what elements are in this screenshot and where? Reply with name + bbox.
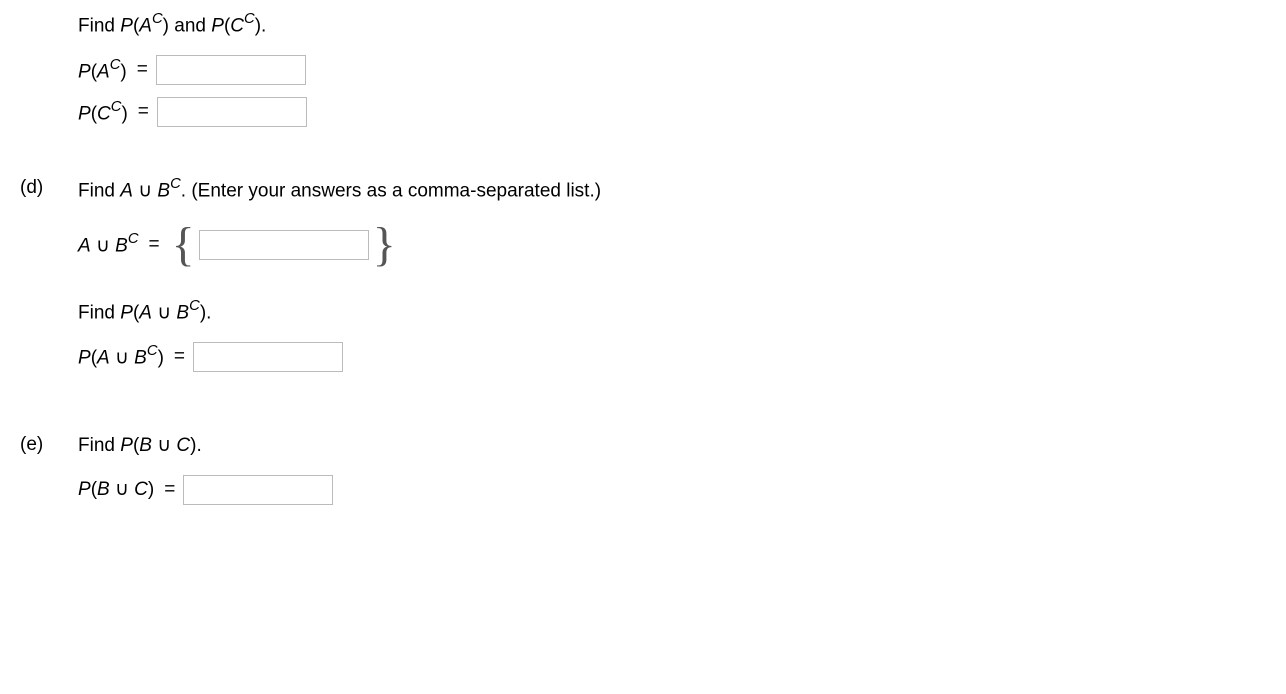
text-P: P	[78, 348, 91, 369]
sup-C: C	[128, 231, 139, 247]
input-p-c-complement[interactable]	[157, 97, 307, 127]
text-find: Find	[78, 181, 120, 202]
text-C: C	[230, 15, 244, 36]
text-A: A	[78, 235, 91, 256]
text-B: B	[134, 348, 147, 369]
equals-sign: =	[138, 101, 149, 123]
period: .	[181, 181, 186, 202]
row-p-a-complement: P(AC) =	[78, 55, 1266, 85]
union-symbol: ∪	[91, 235, 115, 256]
brace-open: {	[168, 221, 199, 269]
input-p-b-union-c[interactable]	[183, 475, 333, 505]
text-C: C	[176, 435, 190, 456]
section-complement: Find P(AC) and P(CC). P(AC) = P(CC) =	[78, 12, 1266, 127]
hint-text: (Enter your answers as a comma-separated…	[191, 181, 601, 202]
union-symbol: ∪	[152, 435, 176, 456]
label-p-c-c: P(CC)	[78, 100, 128, 125]
prompt-text: Find P(AC) and P(CC).	[78, 12, 266, 37]
part-e-label: (e)	[20, 434, 78, 456]
period: .	[196, 435, 201, 456]
part-e: (e) Find P(B ∪ C). P(B ∪ C) =	[20, 434, 1266, 517]
text-and: and	[174, 15, 211, 36]
text-P: P	[78, 61, 91, 82]
sup-C: C	[111, 99, 122, 115]
text-A: A	[97, 348, 110, 369]
row-p-a-union-bc: P(A ∪ BC) =	[78, 342, 601, 372]
paren-close: )	[148, 479, 154, 500]
sup-C: C	[189, 298, 200, 314]
text-B: B	[176, 302, 189, 323]
text-find: Find	[78, 435, 120, 456]
prompt-e: Find P(B ∪ C).	[78, 434, 333, 457]
period: .	[206, 302, 211, 323]
sup-C: C	[147, 343, 158, 359]
text-P: P	[78, 103, 91, 124]
input-p-a-union-bc[interactable]	[193, 342, 343, 372]
period: .	[261, 15, 266, 36]
row-a-union-bc-set: A ∪ BC = { }	[78, 221, 601, 269]
brace-close: }	[369, 221, 400, 269]
equals-sign: =	[149, 234, 160, 256]
union-symbol: ∪	[110, 479, 134, 500]
text-P2: P	[211, 15, 224, 36]
text-B: B	[139, 435, 152, 456]
prompt-complement: Find P(AC) and P(CC).	[78, 12, 1266, 37]
text-find: Find	[78, 302, 120, 323]
sup-C: C	[110, 57, 121, 73]
part-d-label: (d)	[20, 177, 78, 199]
union-symbol: ∪	[133, 181, 157, 202]
row-p-b-union-c: P(B ∪ C) =	[78, 475, 333, 505]
prompt-text: Find P(A ∪ BC).	[78, 299, 211, 324]
text-A: A	[97, 61, 110, 82]
text-C: C	[97, 103, 111, 124]
text-P: P	[120, 15, 133, 36]
prompt-d: Find A ∪ BC. (Enter your answers as a co…	[78, 177, 601, 202]
sup-C: C	[152, 11, 163, 27]
prompt-e-text: Find P(B ∪ C).	[78, 434, 202, 457]
text-P: P	[120, 302, 133, 323]
row-p-c-complement: P(CC) =	[78, 97, 1266, 127]
sup-C2: C	[244, 11, 255, 27]
text-C: C	[134, 479, 148, 500]
paren-close: )	[120, 61, 126, 82]
text-A: A	[120, 181, 133, 202]
text-P: P	[78, 479, 91, 500]
text-A: A	[139, 15, 152, 36]
text-A: A	[139, 302, 152, 323]
text-find: Find	[78, 15, 120, 36]
equals-sign: =	[164, 479, 175, 501]
text-B: B	[97, 479, 110, 500]
equals-sign: =	[174, 346, 185, 368]
label-a-union-bc: A ∪ BC	[78, 232, 139, 257]
union-symbol: ∪	[152, 302, 176, 323]
equals-sign: =	[137, 59, 148, 81]
label-p-a-union-bc: P(A ∪ BC)	[78, 344, 164, 369]
label-p-b-union-c: P(B ∪ C)	[78, 478, 154, 501]
input-p-a-complement[interactable]	[156, 55, 306, 85]
paren-close: )	[163, 15, 169, 36]
paren-close: )	[158, 348, 164, 369]
prompt-d-text: Find A ∪ BC. (Enter your answers as a co…	[78, 177, 601, 202]
union-symbol: ∪	[110, 348, 134, 369]
text-B: B	[115, 235, 128, 256]
part-d: (d) Find A ∪ BC. (Enter your answers as …	[20, 177, 1266, 384]
input-a-union-bc-set[interactable]	[199, 230, 369, 260]
text-P: P	[120, 435, 133, 456]
prompt-p-a-union-bc: Find P(A ∪ BC).	[78, 299, 601, 324]
paren-close: )	[121, 103, 127, 124]
sup-C: C	[170, 176, 181, 192]
label-p-a-c: P(AC)	[78, 58, 127, 83]
text-B: B	[157, 181, 170, 202]
